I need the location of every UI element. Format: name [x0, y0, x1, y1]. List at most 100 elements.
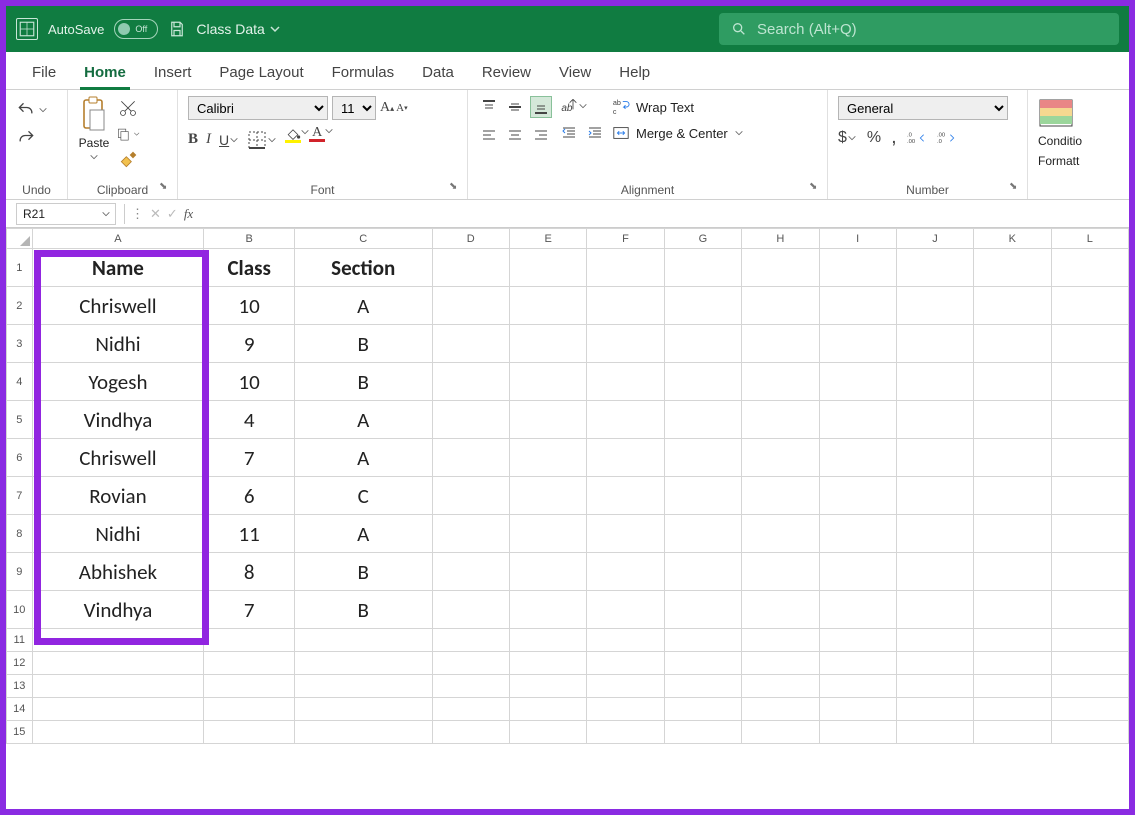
cell-D3[interactable]: [432, 325, 509, 363]
cell-D6[interactable]: [432, 439, 509, 477]
cell-K7[interactable]: [974, 477, 1051, 515]
font-name-select[interactable]: Calibri: [188, 96, 328, 120]
cell-F7[interactable]: [587, 477, 664, 515]
row-header-3[interactable]: 3: [7, 325, 33, 363]
align-right[interactable]: [530, 124, 552, 146]
cell-B1[interactable]: Class: [204, 249, 295, 287]
col-header-G[interactable]: G: [664, 229, 741, 249]
clipboard-dialog-launcher[interactable]: ⬊: [159, 181, 173, 195]
paste-button[interactable]: Paste: [78, 96, 110, 162]
row-header-9[interactable]: 9: [7, 553, 33, 591]
cell-H13[interactable]: [742, 675, 819, 698]
cell-B3[interactable]: 9: [204, 325, 295, 363]
increase-indent[interactable]: [584, 122, 606, 144]
cell-L10[interactable]: [1051, 591, 1128, 629]
cell-A11[interactable]: [32, 629, 204, 652]
cell-I2[interactable]: [819, 287, 896, 325]
cell-L3[interactable]: [1051, 325, 1128, 363]
cell-E3[interactable]: [509, 325, 586, 363]
row-header-7[interactable]: 7: [7, 477, 33, 515]
cell-C10[interactable]: B: [294, 591, 432, 629]
cell-A6[interactable]: Chriswell: [32, 439, 204, 477]
cell-A3[interactable]: Nidhi: [32, 325, 204, 363]
row-header-6[interactable]: 6: [7, 439, 33, 477]
cell-B13[interactable]: [204, 675, 295, 698]
underline-button[interactable]: U: [219, 132, 239, 148]
cell-H12[interactable]: [742, 652, 819, 675]
formula-input[interactable]: [197, 203, 1129, 225]
cell-G8[interactable]: [664, 515, 741, 553]
cell-K15[interactable]: [974, 721, 1051, 744]
cell-B9[interactable]: 8: [204, 553, 295, 591]
cell-I3[interactable]: [819, 325, 896, 363]
col-header-A[interactable]: A: [32, 229, 204, 249]
cell-J8[interactable]: [896, 515, 973, 553]
cell-C5[interactable]: A: [294, 401, 432, 439]
cell-E2[interactable]: [509, 287, 586, 325]
cell-C14[interactable]: [294, 698, 432, 721]
number-dialog-launcher[interactable]: ⬊: [1009, 181, 1023, 195]
cell-I15[interactable]: [819, 721, 896, 744]
cell-A12[interactable]: [32, 652, 204, 675]
cell-L9[interactable]: [1051, 553, 1128, 591]
cell-G9[interactable]: [664, 553, 741, 591]
cell-J1[interactable]: [896, 249, 973, 287]
cell-A10[interactable]: Vindhya: [32, 591, 204, 629]
cell-H6[interactable]: [742, 439, 819, 477]
cell-B10[interactable]: 7: [204, 591, 295, 629]
cell-K2[interactable]: [974, 287, 1051, 325]
cell-F12[interactable]: [587, 652, 664, 675]
col-header-F[interactable]: F: [587, 229, 664, 249]
cell-C11[interactable]: [294, 629, 432, 652]
conditional-formatting-button[interactable]: Conditio Formatt: [1038, 96, 1088, 197]
tab-insert[interactable]: Insert: [140, 56, 206, 89]
number-format-select[interactable]: General: [838, 96, 1008, 120]
row-header-2[interactable]: 2: [7, 287, 33, 325]
row-header-11[interactable]: 11: [7, 629, 33, 652]
cell-E6[interactable]: [509, 439, 586, 477]
row-header-12[interactable]: 12: [7, 652, 33, 675]
cell-L5[interactable]: [1051, 401, 1128, 439]
decrease-decimal-button[interactable]: .00.0: [937, 130, 957, 146]
row-header-13[interactable]: 13: [7, 675, 33, 698]
cell-J12[interactable]: [896, 652, 973, 675]
cell-J10[interactable]: [896, 591, 973, 629]
cell-A4[interactable]: Yogesh: [32, 363, 204, 401]
enter-formula-icon[interactable]: ✓: [167, 206, 178, 222]
row-header-8[interactable]: 8: [7, 515, 33, 553]
align-top[interactable]: [478, 96, 500, 118]
col-header-J[interactable]: J: [896, 229, 973, 249]
cell-D7[interactable]: [432, 477, 509, 515]
increase-decimal-button[interactable]: .0.00: [907, 130, 927, 146]
cell-L4[interactable]: [1051, 363, 1128, 401]
cell-A9[interactable]: Abhishek: [32, 553, 204, 591]
cell-I11[interactable]: [819, 629, 896, 652]
cell-G4[interactable]: [664, 363, 741, 401]
cell-B2[interactable]: 10: [204, 287, 295, 325]
cell-L15[interactable]: [1051, 721, 1128, 744]
cell-H2[interactable]: [742, 287, 819, 325]
font-dialog-launcher[interactable]: ⬊: [449, 181, 463, 195]
cell-D10[interactable]: [432, 591, 509, 629]
grid-area[interactable]: ABCDEFGHIJKL 1NameClassSection2Chriswell…: [6, 228, 1129, 809]
filename-dropdown[interactable]: Class Data: [196, 21, 280, 37]
cell-F15[interactable]: [587, 721, 664, 744]
cell-J6[interactable]: [896, 439, 973, 477]
col-header-D[interactable]: D: [432, 229, 509, 249]
cell-I1[interactable]: [819, 249, 896, 287]
cell-C8[interactable]: A: [294, 515, 432, 553]
col-header-B[interactable]: B: [204, 229, 295, 249]
increase-font-size[interactable]: A▴: [380, 100, 394, 116]
cell-E12[interactable]: [509, 652, 586, 675]
cell-C1[interactable]: Section: [294, 249, 432, 287]
cell-A5[interactable]: Vindhya: [32, 401, 204, 439]
cell-H11[interactable]: [742, 629, 819, 652]
cell-A1[interactable]: Name: [32, 249, 204, 287]
cell-D12[interactable]: [432, 652, 509, 675]
cell-K8[interactable]: [974, 515, 1051, 553]
row-header-10[interactable]: 10: [7, 591, 33, 629]
cell-H8[interactable]: [742, 515, 819, 553]
accounting-format-button[interactable]: $: [838, 129, 857, 147]
cell-L13[interactable]: [1051, 675, 1128, 698]
col-header-K[interactable]: K: [974, 229, 1051, 249]
